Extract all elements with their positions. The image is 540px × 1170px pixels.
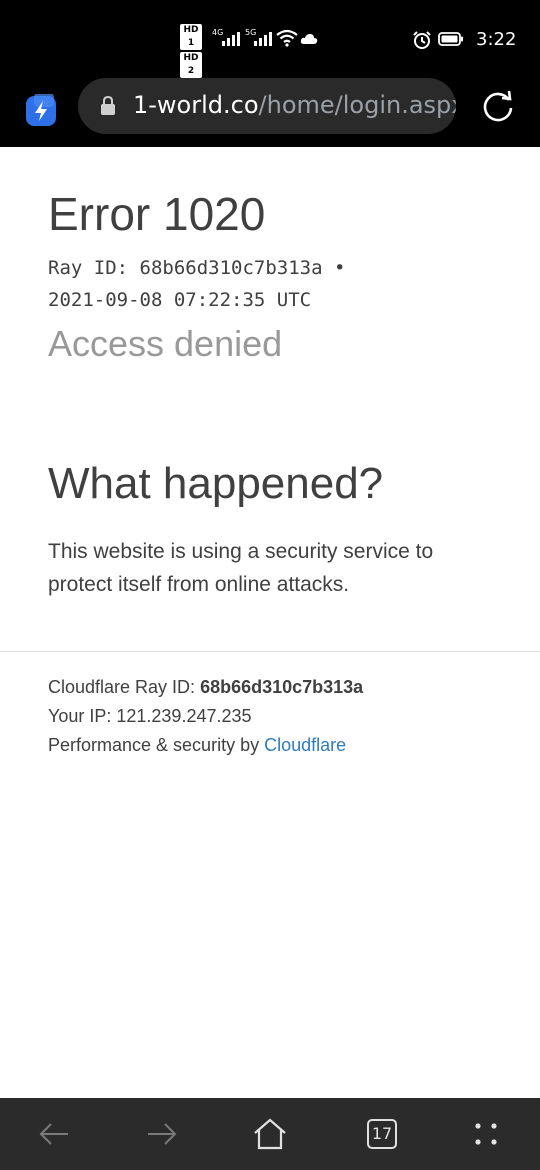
tabs-button[interactable]: 17 <box>362 1114 402 1154</box>
alarm-icon <box>413 31 431 49</box>
signal-icon-2 <box>254 30 272 46</box>
home-button[interactable] <box>250 1114 290 1154</box>
status-bar: HD 1 HD 2 4G 5G 3:22 <box>0 0 540 78</box>
signal-icon <box>222 30 240 46</box>
url-text: 1-world.co/home/login.aspx? <box>133 91 456 119</box>
app-bolt-icon[interactable] <box>24 94 58 128</box>
page-title: Error 1020 <box>48 188 266 240</box>
url-host: 1-world.co <box>133 91 259 119</box>
footer-ip: Your IP: 121.239.247.235 <box>48 706 252 726</box>
address-bar[interactable]: 1-world.co/home/login.aspx? <box>78 78 456 134</box>
forward-button[interactable] <box>142 1114 182 1154</box>
error-subtitle: Access denied <box>48 323 283 364</box>
tab-count: 17 <box>367 1119 397 1149</box>
cloudflare-link[interactable]: Cloudflare <box>264 735 346 755</box>
reload-icon[interactable] <box>480 88 516 124</box>
more-button[interactable] <box>466 1114 506 1154</box>
sim2-badge: HD 2 <box>180 52 202 78</box>
browser-nav-bar: 17 <box>0 1098 540 1170</box>
lock-icon <box>101 96 115 115</box>
more-icon <box>475 1123 497 1145</box>
footer-performance: Performance & security by Cloudflare <box>48 735 346 756</box>
footer-ray-label: Cloudflare Ray ID: <box>48 677 201 697</box>
battery-icon <box>438 32 463 46</box>
what-happened-heading: What happened? <box>48 459 384 508</box>
tabs-icon: 17 <box>367 1119 397 1149</box>
timestamp: 2021-09-08 07:22:35 UTC <box>48 289 312 311</box>
cloud-icon <box>300 34 318 44</box>
url-path: /home/login.aspx? <box>258 91 456 119</box>
sim-indicators: HD 1 HD 2 <box>180 24 206 80</box>
footer-perf-label: Performance & security by <box>48 735 265 755</box>
footer-ray-value: 68b66d310c7b313a <box>200 677 364 697</box>
footer-ray-id: Cloudflare Ray ID: 68b66d310c7b313a <box>48 677 363 698</box>
clock: 3:22 <box>476 29 517 50</box>
back-arrow-icon <box>39 1123 68 1145</box>
back-button[interactable] <box>34 1114 74 1154</box>
divider <box>0 651 540 652</box>
home-icon <box>254 1118 286 1150</box>
sim1-badge: HD 1 <box>180 24 202 50</box>
browser-toolbar: 1-world.co/home/login.aspx? <box>0 78 540 147</box>
error-description: This website is using a security service… <box>48 540 434 596</box>
forward-arrow-icon <box>148 1123 177 1145</box>
wifi-icon <box>276 29 298 47</box>
ray-id-line: Ray ID: 68b66d310c7b313a • <box>48 257 346 279</box>
